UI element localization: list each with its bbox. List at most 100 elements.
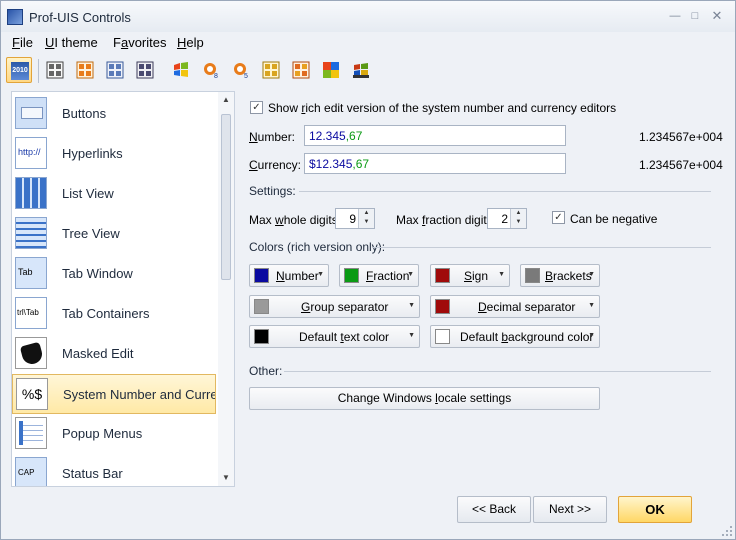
resize-grip-icon[interactable] <box>721 525 733 537</box>
office-xp-theme-button[interactable] <box>258 57 284 83</box>
can-be-negative-label: Can be negative <box>570 212 658 226</box>
dropdown-arrow-icon: ▼ <box>588 271 595 278</box>
group-separator-label: Group separator <box>301 300 389 314</box>
studio-2005-theme-button[interactable] <box>102 57 128 83</box>
app-icon <box>7 9 23 25</box>
minimize-icon[interactable]: — <box>668 9 682 23</box>
back-button[interactable]: << Back <box>457 496 531 523</box>
dropdown-arrow-icon: ▼ <box>408 332 415 339</box>
number-field[interactable]: 12.345,67 <box>304 125 566 146</box>
windows-5-theme-button[interactable]: 5 <box>228 57 254 83</box>
rich-edit-label: Show rich edit version of the system num… <box>268 101 617 115</box>
office-2003-icon <box>46 61 64 79</box>
other-heading: Other: <box>249 364 283 378</box>
group-separator-color-button[interactable]: Group separator ▼ <box>249 295 420 318</box>
decimal-separator-color-button[interactable]: Decimal separator ▼ <box>430 295 600 318</box>
dropdown-arrow-icon: ▼ <box>408 302 415 309</box>
brackets-color-button[interactable]: Brackets ▼ <box>520 264 600 287</box>
colors-divider <box>372 247 711 248</box>
winxp-theme-button[interactable] <box>168 57 194 83</box>
nav-item-status-bar[interactable]: CAP Status Bar <box>12 454 216 486</box>
scrollbar-thumb[interactable] <box>221 114 231 280</box>
nav-item-system-number-currency[interactable]: %$ System Number and Currency <box>12 374 216 414</box>
dropdown-arrow-icon: ▼ <box>317 271 324 278</box>
office-2000-theme-button[interactable] <box>288 57 314 83</box>
nav-label-tab-containers: Tab Containers <box>62 306 150 321</box>
office-2003-theme-button[interactable] <box>42 57 68 83</box>
nav-item-masked-edit[interactable]: Masked Edit <box>12 334 216 374</box>
toolbar-separator <box>38 59 39 83</box>
nav-label-tab-window: Tab Window <box>62 266 133 281</box>
sign-color-button[interactable]: Sign ▼ <box>430 264 510 287</box>
brackets-color-swatch <box>525 268 540 283</box>
list-scrollbar[interactable]: ▲ ▼ <box>218 92 234 486</box>
scroll-down-arrow-icon[interactable]: ▼ <box>218 472 234 484</box>
currency-label: Currency: <box>249 158 302 172</box>
decimal-separator-label: Decimal separator <box>478 300 576 314</box>
settings-panel: ✓ Show rich edit version of the system n… <box>239 91 729 487</box>
next-button[interactable]: Next >> <box>533 496 607 523</box>
menu-ui-theme[interactable]: UI theme <box>45 35 98 50</box>
nav-label-popup-menus: Popup Menus <box>62 426 143 441</box>
default-text-color-button[interactable]: Default text color ▼ <box>249 325 420 348</box>
office-2000-icon <box>292 61 310 79</box>
office-2010-icon: 2010 <box>11 62 29 80</box>
number-color-label: Number <box>276 269 319 283</box>
nav-item-buttons[interactable]: Buttons <box>12 94 216 134</box>
settings-divider <box>299 191 711 192</box>
maximize-icon[interactable]: □ <box>688 9 702 23</box>
buttons-icon <box>15 97 47 129</box>
studio-2008-icon <box>136 61 154 79</box>
sign-color-swatch <box>435 268 450 283</box>
windows-flag-icon <box>174 62 188 77</box>
can-be-negative-checkbox[interactable]: ✓ <box>552 211 565 224</box>
change-locale-button[interactable]: Change Windows locale settings <box>249 387 600 410</box>
number-color-button[interactable]: Number ▼ <box>249 264 329 287</box>
studio-2008-theme-button[interactable] <box>132 57 158 83</box>
nav-item-tree-view[interactable]: Tree View <box>12 214 216 254</box>
nav-item-hyperlinks[interactable]: http:// Hyperlinks <box>12 134 216 174</box>
nav-item-tab-window[interactable]: Tab Tab Window <box>12 254 216 294</box>
menu-favorites[interactable]: Favorites <box>113 35 166 50</box>
default-background-color-button[interactable]: Default background color ▼ <box>430 325 600 348</box>
number-label: Number: <box>249 130 296 144</box>
svg-text:8: 8 <box>214 73 218 79</box>
default-text-swatch <box>254 329 269 344</box>
nav-label-hyperlinks: Hyperlinks <box>62 146 123 161</box>
list-view-icon <box>15 177 47 209</box>
dropdown-arrow-icon: ▼ <box>498 271 505 278</box>
menu-help[interactable]: Help <box>177 35 204 50</box>
windows-classic-theme-button[interactable] <box>348 57 374 83</box>
windows-8-theme-button[interactable]: 8 <box>198 57 224 83</box>
fraction-color-label: Fraction <box>366 269 410 283</box>
puzzle-theme-button[interactable] <box>318 57 344 83</box>
office-2010-theme-button[interactable]: 2010 <box>6 57 32 83</box>
nav-label-tree-view: Tree View <box>62 226 120 241</box>
close-icon[interactable]: ✕ <box>710 9 724 23</box>
nav-item-tab-containers[interactable]: trl\Tab Tab Containers <box>12 294 216 334</box>
number-scientific: 1.234567e+004 <box>639 130 723 144</box>
max-whole-digits-spinner[interactable]: 9 ▲ ▼ <box>335 208 375 229</box>
spinner-arrows-icon[interactable]: ▲ ▼ <box>358 209 374 228</box>
max-whole-digits-label: Max whole digits: <box>249 213 342 227</box>
main-window: Prof-UIS Controls — □ ✕ File UI theme Fa… <box>0 0 736 540</box>
scroll-up-arrow-icon[interactable]: ▲ <box>218 94 234 106</box>
office-2007-theme-button[interactable] <box>72 57 98 83</box>
fraction-color-button[interactable]: Fraction ▼ <box>339 264 419 287</box>
nav-item-list-view[interactable]: List View <box>12 174 216 214</box>
max-fraction-digits-spinner[interactable]: 2 ▲ ▼ <box>487 208 527 229</box>
nav-item-popup-menus[interactable]: Popup Menus <box>12 414 216 454</box>
nav-label-masked-edit: Masked Edit <box>62 346 134 361</box>
spinner-arrows-icon[interactable]: ▲ ▼ <box>510 209 526 228</box>
other-divider <box>284 371 711 372</box>
windows-5-icon: 5 <box>234 63 248 79</box>
rich-edit-checkbox[interactable]: ✓ <box>250 101 263 114</box>
currency-field[interactable]: $12.345,67 <box>304 153 566 174</box>
menu-file[interactable]: File <box>12 35 33 50</box>
number-currency-icon: %$ <box>16 378 48 410</box>
feature-list: Buttons http:// Hyperlinks List View Tre… <box>11 91 235 487</box>
brackets-color-label: Brackets <box>545 269 592 283</box>
masked-edit-icon <box>15 337 47 369</box>
windows-classic-icon <box>353 63 369 78</box>
ok-button[interactable]: OK <box>618 496 692 523</box>
